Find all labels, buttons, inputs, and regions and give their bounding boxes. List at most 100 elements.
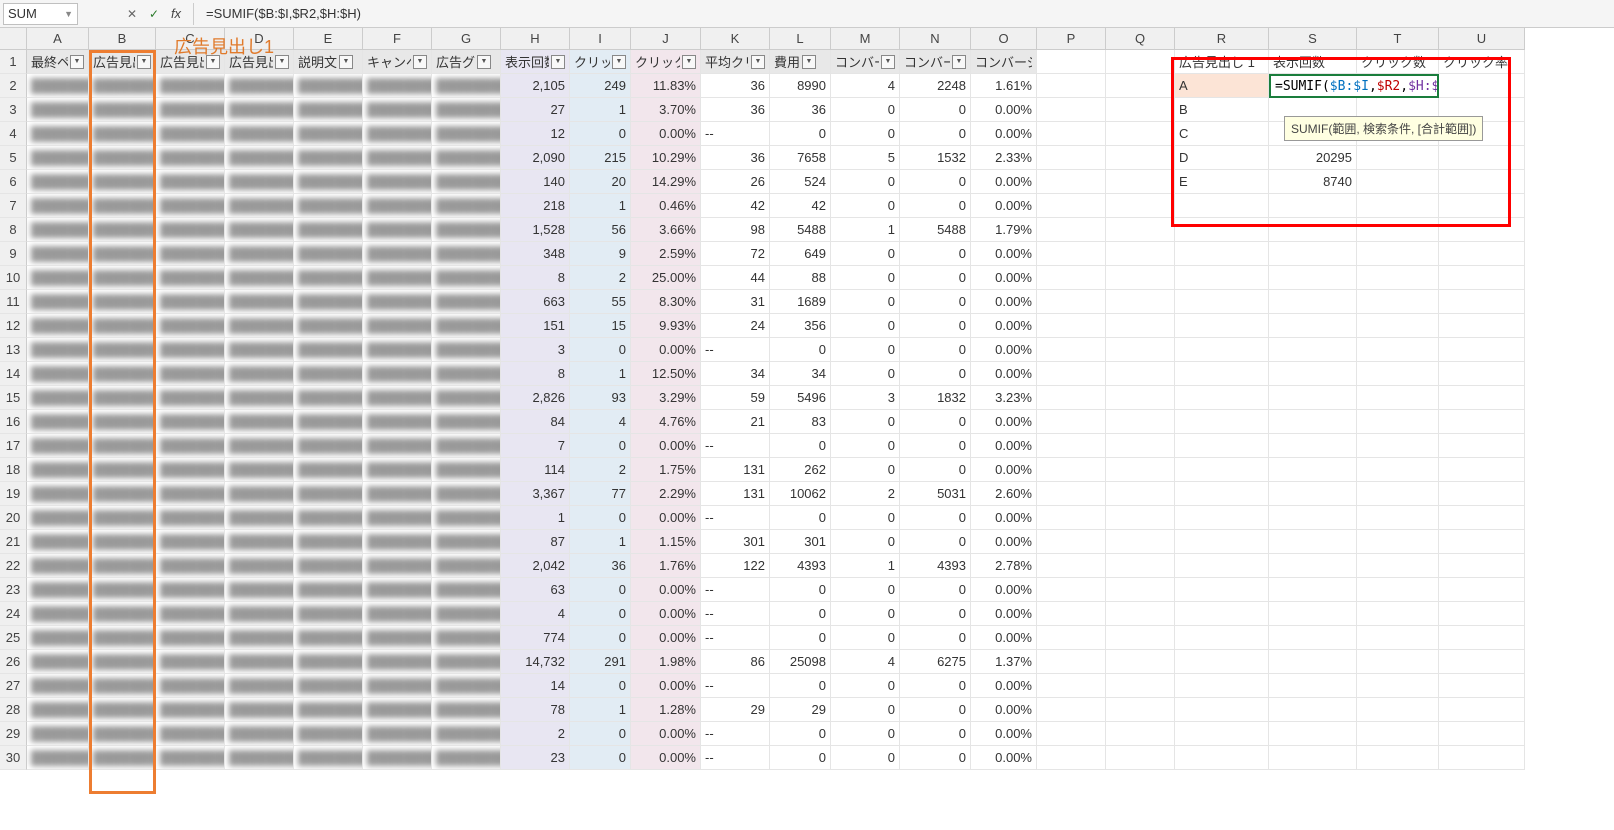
cell-J14[interactable]: 12.50% [631,362,701,386]
summary-cell-S5[interactable]: 20295 [1269,146,1357,170]
cell-L25[interactable]: 0 [770,626,831,650]
cell-H8[interactable]: 1,528 [501,218,570,242]
filter-button-icon[interactable]: ▼ [413,55,427,69]
cell-D9[interactable]: ████████ [225,242,294,266]
cell-F2[interactable]: ████████ [363,74,432,98]
cell-N17[interactable]: 0 [900,434,971,458]
cell-M19[interactable]: 2 [831,482,900,506]
cell-C8[interactable]: ████████ [156,218,225,242]
summary-cell-S6[interactable]: 8740 [1269,170,1357,194]
cell-T21[interactable] [1357,530,1439,554]
cell-S28[interactable] [1269,698,1357,722]
cell-R13[interactable] [1175,338,1269,362]
cell-G12[interactable]: ████████ [432,314,501,338]
cell-B10[interactable]: ████████ [89,266,156,290]
cell-J11[interactable]: 8.30% [631,290,701,314]
cell-B9[interactable]: ████████ [89,242,156,266]
row-header-2[interactable]: 2 [0,74,27,98]
header-cell-O[interactable]: コンバージョン率 [971,50,1037,74]
cell-C16[interactable]: ████████ [156,410,225,434]
name-box[interactable]: SUM ▼ [3,3,78,25]
cell-N28[interactable]: 0 [900,698,971,722]
cell-U23[interactable] [1439,578,1525,602]
cell-E30[interactable]: ████████ [294,746,363,770]
cell-U17[interactable] [1439,434,1525,458]
name-box-dropdown-icon[interactable]: ▼ [64,9,73,19]
cell-K18[interactable]: 131 [701,458,770,482]
cell-C22[interactable]: ████████ [156,554,225,578]
cell-B18[interactable]: ████████ [89,458,156,482]
cell-O21[interactable]: 0.00% [971,530,1037,554]
cell-I7[interactable]: 1 [570,194,631,218]
cell-F8[interactable]: ████████ [363,218,432,242]
cell-U28[interactable] [1439,698,1525,722]
col-header-B[interactable]: B [89,28,156,49]
cell-Q19[interactable] [1106,482,1175,506]
cell-P20[interactable] [1037,506,1106,530]
cell-J19[interactable]: 2.29% [631,482,701,506]
cell-F13[interactable]: ████████ [363,338,432,362]
cell-G10[interactable]: ████████ [432,266,501,290]
cell-M28[interactable]: 0 [831,698,900,722]
col-header-E[interactable]: E [294,28,363,49]
cell-N30[interactable]: 0 [900,746,971,770]
cell-J7[interactable]: 0.46% [631,194,701,218]
col-header-F[interactable]: F [363,28,432,49]
cell-A26[interactable]: ████████ [27,650,89,674]
cell-C19[interactable]: ████████ [156,482,225,506]
cell-U21[interactable] [1439,530,1525,554]
cell-B24[interactable]: ████████ [89,602,156,626]
cell-N4[interactable]: 0 [900,122,971,146]
cell-S13[interactable] [1269,338,1357,362]
cell-Q18[interactable] [1106,458,1175,482]
cell-E2[interactable]: ████████ [294,74,363,98]
cell-F5[interactable]: ████████ [363,146,432,170]
cell-P24[interactable] [1037,602,1106,626]
cell-R27[interactable] [1175,674,1269,698]
cell-L21[interactable]: 301 [770,530,831,554]
cell-C7[interactable]: ████████ [156,194,225,218]
cell-R20[interactable] [1175,506,1269,530]
cell-K25[interactable]: -- [701,626,770,650]
row-header-15[interactable]: 15 [0,386,27,410]
cell-H29[interactable]: 2 [501,722,570,746]
cell-O8[interactable]: 1.79% [971,218,1037,242]
cell-T25[interactable] [1357,626,1439,650]
cell-G17[interactable]: ████████ [432,434,501,458]
cell-D26[interactable]: ████████ [225,650,294,674]
cell-K26[interactable]: 86 [701,650,770,674]
cell-O12[interactable]: 0.00% [971,314,1037,338]
cell-E9[interactable]: ████████ [294,242,363,266]
cell-E20[interactable]: ████████ [294,506,363,530]
col-header-N[interactable]: N [900,28,971,49]
cell-M9[interactable]: 0 [831,242,900,266]
cell-B13[interactable]: ████████ [89,338,156,362]
col-header-K[interactable]: K [701,28,770,49]
cell-H9[interactable]: 348 [501,242,570,266]
cell-L14[interactable]: 34 [770,362,831,386]
cell-D5[interactable]: ████████ [225,146,294,170]
cell-C25[interactable]: ████████ [156,626,225,650]
cell-G23[interactable]: ████████ [432,578,501,602]
cell-K30[interactable]: -- [701,746,770,770]
cell-N29[interactable]: 0 [900,722,971,746]
cell-Q16[interactable] [1106,410,1175,434]
cell-G19[interactable]: ████████ [432,482,501,506]
header-cell-I[interactable]: クリック▼ [570,50,631,74]
cell-T16[interactable] [1357,410,1439,434]
cell-K19[interactable]: 131 [701,482,770,506]
cell-O22[interactable]: 2.78% [971,554,1037,578]
cell-A22[interactable]: ████████ [27,554,89,578]
cell-R9[interactable] [1175,242,1269,266]
cell-U22[interactable] [1439,554,1525,578]
cell-E7[interactable]: ████████ [294,194,363,218]
cell-O27[interactable]: 0.00% [971,674,1037,698]
cell-E6[interactable]: ████████ [294,170,363,194]
cell-D23[interactable]: ████████ [225,578,294,602]
cell-I13[interactable]: 0 [570,338,631,362]
row-header-6[interactable]: 6 [0,170,27,194]
cell-N20[interactable]: 0 [900,506,971,530]
cell-A28[interactable]: ████████ [27,698,89,722]
cell-K6[interactable]: 26 [701,170,770,194]
cell-B21[interactable]: ████████ [89,530,156,554]
